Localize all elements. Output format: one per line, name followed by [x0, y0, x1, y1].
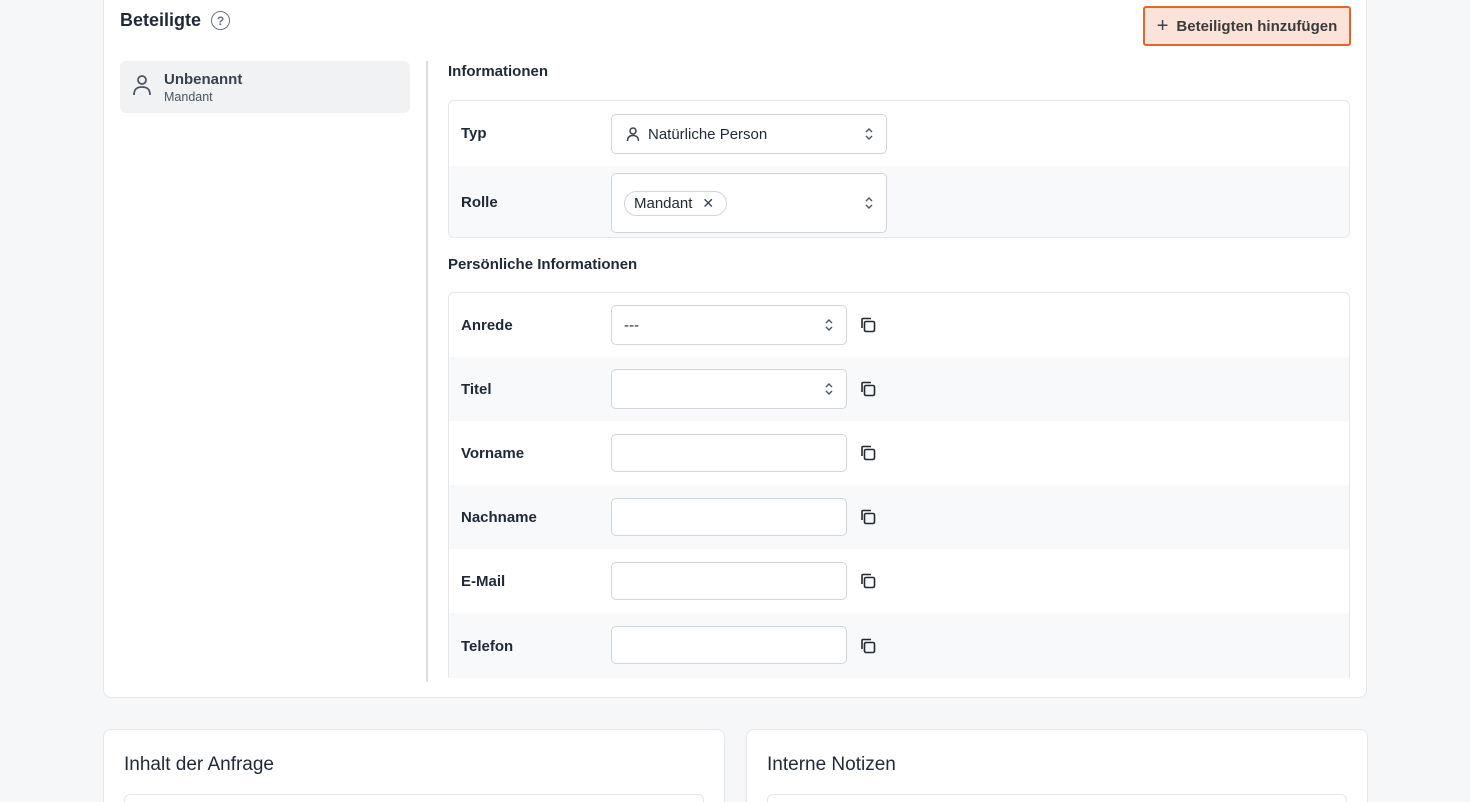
copy-icon[interactable] — [859, 444, 877, 462]
role-chip: Mandant ✕ — [624, 190, 728, 216]
vertical-divider — [426, 61, 428, 682]
typ-select[interactable]: Natürliche Person — [611, 114, 887, 154]
row-rolle: Rolle Mandant ✕ — [449, 166, 1349, 237]
anrede-select[interactable]: --- — [611, 305, 847, 345]
row-nachname: Nachname — [449, 485, 1349, 549]
chevron-updown-icon — [864, 196, 874, 210]
nachname-label: Nachname — [461, 508, 537, 526]
row-titel: Titel — [449, 357, 1349, 421]
internal-notes-card: Interne Notizen — [746, 729, 1368, 802]
row-typ: Typ Natürliche Person — [449, 101, 1349, 166]
close-icon[interactable]: ✕ — [702, 195, 714, 212]
info-panel: Typ Natürliche Person Rolle Mandant ✕ — [448, 100, 1350, 238]
internal-notes-title: Interne Notizen — [767, 754, 896, 775]
rolle-label: Rolle — [461, 194, 498, 211]
email-input[interactable] — [611, 562, 847, 600]
titel-select[interactable] — [611, 369, 847, 409]
question-circle-icon[interactable]: ? — [211, 11, 231, 30]
internal-notes-editor[interactable] — [767, 794, 1347, 802]
email-label: E-Mail — [461, 572, 506, 590]
anrede-label: Anrede — [461, 316, 513, 334]
typ-label: Typ — [461, 125, 487, 142]
row-vorname: Vorname — [449, 421, 1349, 485]
copy-icon[interactable] — [859, 380, 877, 398]
rolle-select[interactable]: Mandant ✕ — [611, 173, 887, 233]
user-icon — [626, 126, 640, 142]
titel-label: Titel — [461, 380, 492, 398]
party-list-item[interactable]: Unbenannt Mandant — [120, 61, 410, 113]
copy-icon[interactable] — [859, 316, 877, 334]
vorname-input[interactable] — [611, 434, 847, 472]
add-participant-label: Beteiligten hinzufügen — [1176, 17, 1338, 35]
typ-value: Natürliche Person — [648, 125, 768, 143]
role-chip-label: Mandant — [634, 194, 693, 212]
nachname-input[interactable] — [611, 498, 847, 536]
info-heading: Informationen — [448, 63, 548, 80]
section-title: Beteiligte ? — [120, 10, 231, 31]
vorname-label: Vorname — [461, 444, 525, 462]
copy-icon[interactable] — [859, 572, 877, 590]
request-content-editor[interactable] — [124, 794, 704, 802]
chevron-updown-icon — [864, 127, 874, 141]
request-content-card: Inhalt der Anfrage — [103, 729, 725, 802]
chevron-updown-icon — [824, 318, 834, 332]
chevron-updown-icon — [824, 382, 834, 396]
add-participant-button[interactable]: + Beteiligten hinzufügen — [1143, 6, 1351, 46]
telefon-input[interactable] — [611, 626, 847, 664]
anrede-value: --- — [624, 316, 639, 334]
section-title-text: Beteiligte — [120, 10, 202, 30]
plus-icon: + — [1156, 15, 1169, 37]
personal-panel: Anrede --- Titel Vorname Nachname E-Mail… — [448, 292, 1350, 678]
row-anrede: Anrede --- — [449, 293, 1349, 357]
telefon-label: Telefon — [461, 637, 514, 655]
user-icon — [132, 73, 152, 102]
party-name: Unbenannt — [164, 70, 243, 88]
request-content-title: Inhalt der Anfrage — [124, 754, 274, 775]
copy-icon[interactable] — [859, 637, 877, 655]
copy-icon[interactable] — [859, 508, 877, 526]
personal-heading: Persönliche Informationen — [448, 256, 638, 273]
party-role: Mandant — [164, 89, 213, 104]
row-telefon: Telefon — [449, 613, 1349, 678]
row-email: E-Mail — [449, 549, 1349, 613]
